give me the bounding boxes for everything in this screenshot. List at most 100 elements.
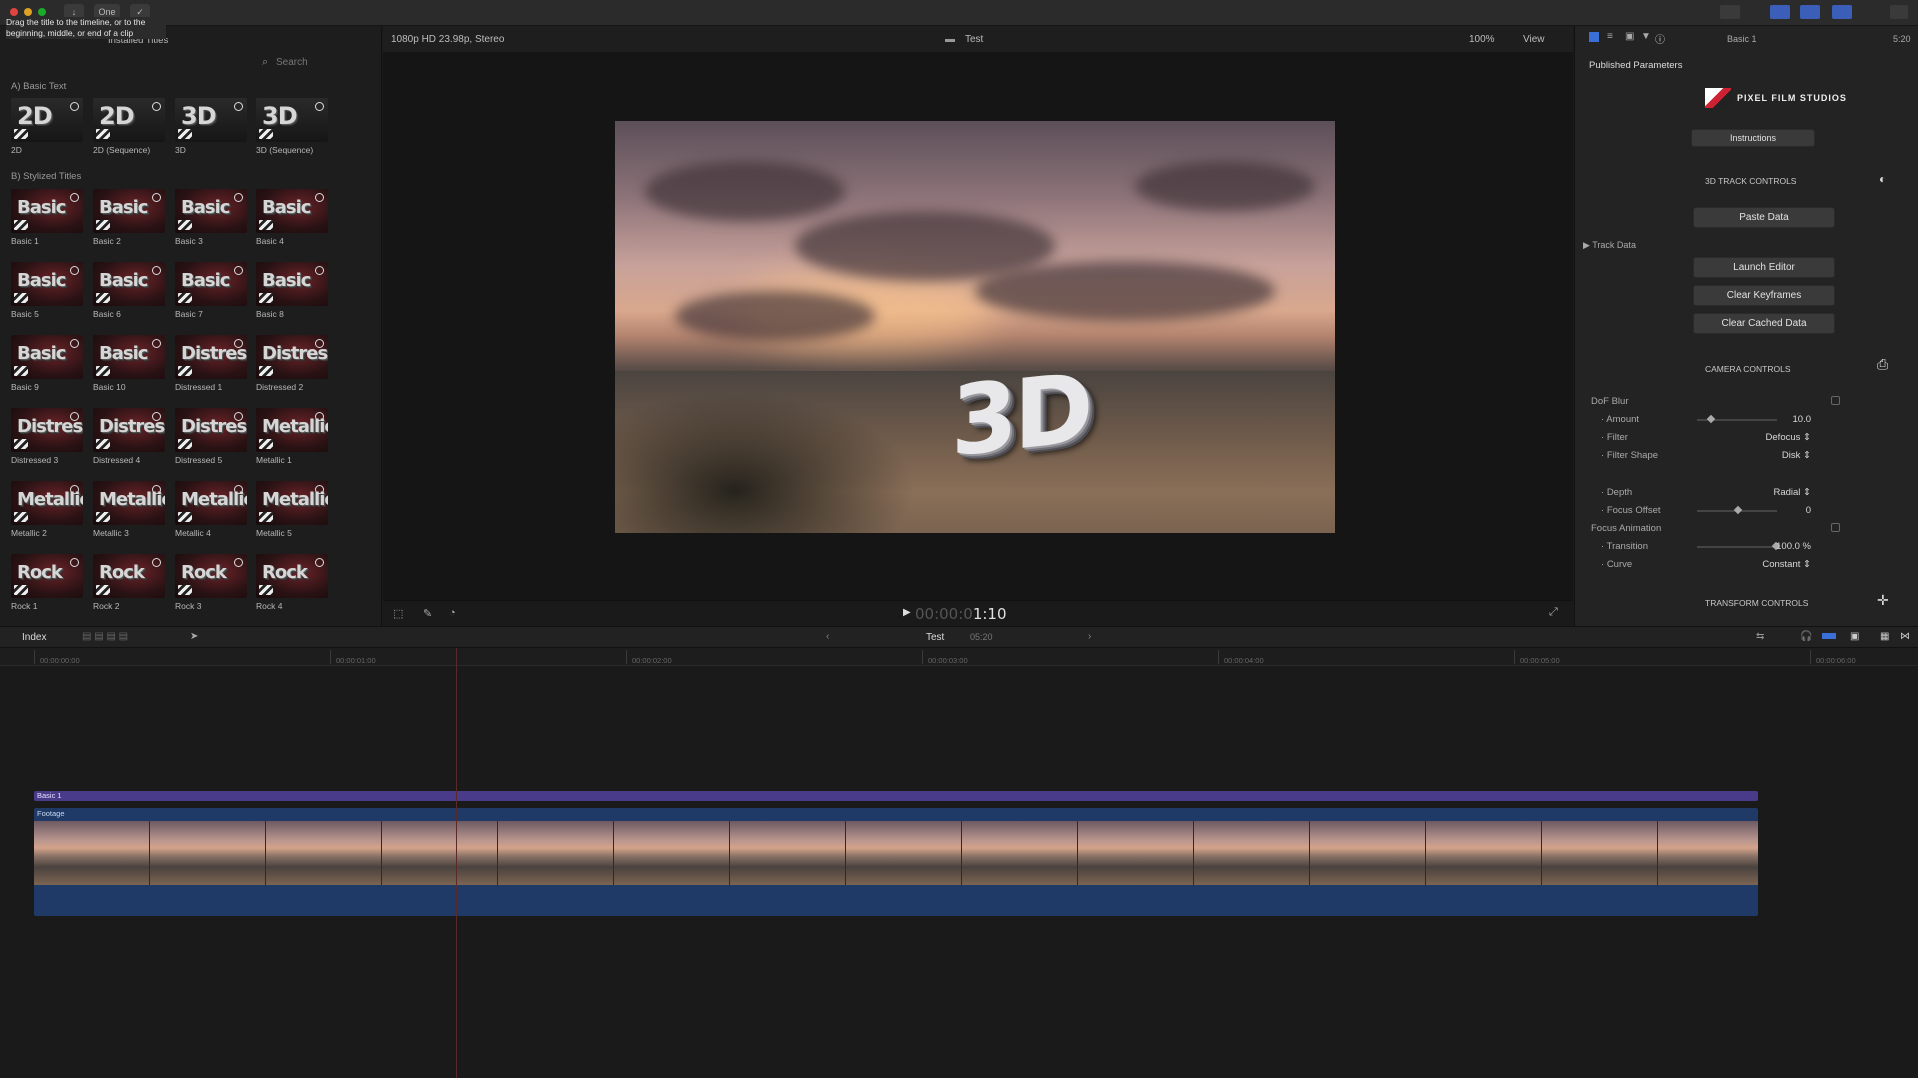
dof-blur-checkbox[interactable] [1831,396,1840,405]
minimize-window-button[interactable] [24,8,32,16]
focus-animation-checkbox[interactable] [1831,523,1840,532]
transform-icon[interactable]: ⬚ [393,607,403,620]
clapper-icon [259,220,273,230]
speed-icon[interactable]: ◔ [449,607,456,619]
title-thumbnail[interactable]: Basic [175,262,247,306]
title-thumbnail[interactable]: Rock [11,554,83,598]
filter-popup[interactable]: Defocus ⇕ [1735,432,1811,443]
title-thumbnail[interactable]: Rock [256,554,328,598]
track-data-disclosure[interactable]: ▶ Track Data [1583,240,1636,251]
transitions-browser-icon[interactable]: ⋈ [1900,631,1910,642]
title-thumbnail[interactable]: Basic [93,189,165,233]
browser-toggle-icon[interactable] [1770,5,1790,19]
select-tool-icon[interactable]: ➤ [190,631,198,642]
video-inspector-icon[interactable]: ▣ [1625,31,1634,42]
title-thumbnail[interactable]: Distress [256,335,328,379]
timeline-project-menu[interactable]: Test [926,632,944,643]
record-icon [70,485,79,494]
curve-popup[interactable]: Constant ⇕ [1735,559,1811,570]
focus-offset-value[interactable]: 0 [1735,505,1811,516]
title-thumbnail[interactable]: Basic [175,189,247,233]
title-thumbnail[interactable]: 2D [93,98,165,142]
view-menu[interactable]: View [1523,34,1545,45]
zoom-window-button[interactable] [38,8,46,16]
workspace-menu-icon[interactable] [1720,5,1740,19]
amount-slider-knob[interactable] [1707,414,1716,424]
inspector-duration: 5:20 [1893,34,1911,44]
clapper-icon [96,293,110,303]
filter-shape-popup[interactable]: Disk ⇕ [1735,450,1811,461]
title-clip[interactable]: Basic 1 [34,791,1758,801]
append-clip-icon[interactable]: ▤ ▤ ▤ ▤ [82,631,128,642]
title-thumbnail[interactable]: Metallic [256,408,328,452]
amount-value[interactable]: 10.0 [1735,414,1812,425]
published-params-label: Published Parameters [1589,60,1683,71]
search-field[interactable]: ⌕ Search [256,55,376,71]
title-thumbnail[interactable]: Basic [11,189,83,233]
footage-clip[interactable]: Footage [34,808,1758,916]
timeline-ruler[interactable]: 00:00:00:00 00:00:01:00 00:00:02:00 00:00:0… [0,648,1918,666]
list-icon[interactable]: ≡ [1607,31,1613,42]
title-thumbnail[interactable]: Basic [93,335,165,379]
clear-keyframes-button[interactable]: Clear Keyframes [1693,285,1835,306]
title-thumbnail[interactable]: 3D [256,98,328,142]
transition-value[interactable]: 100.0 % [1735,541,1811,552]
title-thumbnail[interactable]: Rock [175,554,247,598]
title-thumbnail[interactable]: Metallic [256,481,328,525]
clear-cached-data-button[interactable]: Clear Cached Data [1693,313,1835,334]
title-thumbnail[interactable]: Basic [11,262,83,306]
snapping-icon[interactable] [1822,633,1836,639]
clapper-icon [259,439,273,449]
title-thumbnail[interactable]: Distress [93,408,165,452]
playhead[interactable] [456,648,457,1078]
track-controls-heading: 3D TRACK CONTROLS [1705,176,1797,186]
timeline-toggle-icon[interactable] [1800,5,1820,19]
record-icon [234,558,243,567]
info-icon[interactable]: ⓘ [1655,31,1665,46]
effects-browser-icon[interactable]: ▦ [1880,631,1889,642]
audio-icon[interactable]: 🎧 [1800,631,1812,642]
clapper-icon: ▬ [945,34,955,45]
filmstrip-frame [1542,821,1658,885]
title-thumbnail[interactable]: Basic [256,262,328,306]
title-inspector-icon[interactable] [1589,32,1599,42]
history-forward-icon[interactable]: › [1088,631,1091,642]
title-thumbnail[interactable]: Basic [11,335,83,379]
history-back-icon[interactable]: ‹ [826,631,829,642]
thumbnail-label: Basic 8 [256,309,284,319]
clapper-icon [14,220,28,230]
close-window-button[interactable] [10,8,18,16]
share-icon[interactable] [1890,5,1908,19]
title-thumbnail[interactable]: Metallic [175,481,247,525]
project-name: Test [965,34,984,45]
launch-editor-button[interactable]: Launch Editor [1693,257,1835,278]
filmstrip-frame [382,821,498,885]
ruler-label: 00:00:02:00 [632,656,672,665]
inspector-toggle-icon[interactable] [1832,5,1852,19]
depth-popup[interactable]: Radial ⇕ [1735,487,1811,498]
fullscreen-icon[interactable]: ⤢ [1549,606,1558,619]
thumbnail-label: Distressed 3 [11,455,59,465]
title-thumbnail[interactable]: Metallic [11,481,83,525]
title-thumbnail[interactable]: 3D [175,98,247,142]
instructions-button[interactable]: Instructions [1691,129,1815,147]
index-button[interactable]: Index [22,632,46,643]
title-thumbnail[interactable]: Distress [175,335,247,379]
play-icon[interactable]: ▶ [903,607,911,618]
title-thumbnail[interactable]: Distress [11,408,83,452]
title-thumbnail[interactable]: 2D [11,98,83,142]
thumbnail-glyph: Basic [181,197,230,218]
zoom-menu[interactable]: 100% [1469,34,1495,45]
skimming-icon[interactable]: ⇆ [1756,631,1764,642]
record-icon [315,485,324,494]
title-thumbnail[interactable]: Rock [93,554,165,598]
enhance-icon[interactable]: ✎ [423,607,432,620]
search-input[interactable]: Search [276,57,308,68]
clip-appearance-icon[interactable]: ▣ [1850,631,1859,642]
title-thumbnail[interactable]: Basic [256,189,328,233]
filter-icon[interactable]: ▼ [1641,31,1651,42]
title-thumbnail[interactable]: Basic [93,262,165,306]
title-thumbnail[interactable]: Distress [175,408,247,452]
title-thumbnail[interactable]: Metallic [93,481,165,525]
paste-data-button[interactable]: Paste Data [1693,207,1835,228]
